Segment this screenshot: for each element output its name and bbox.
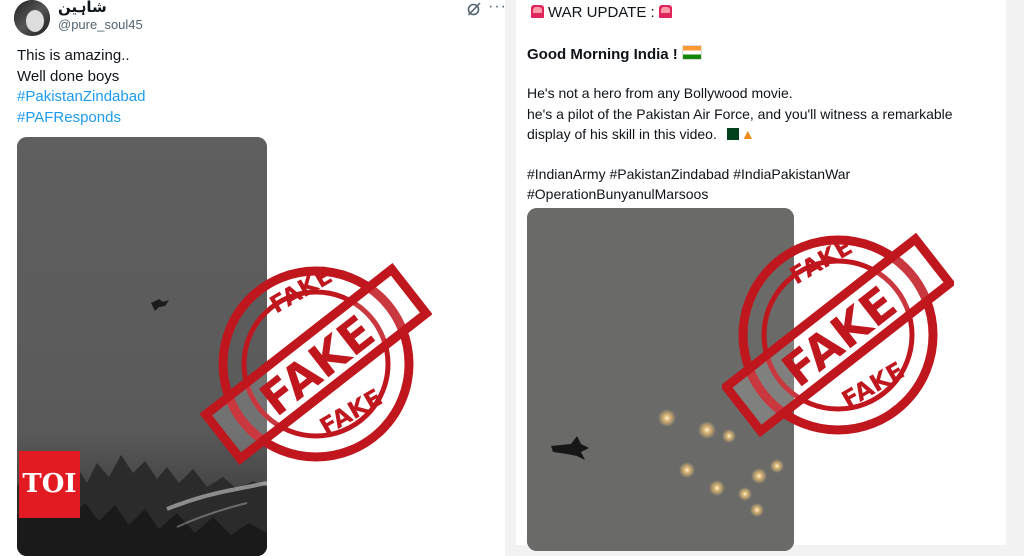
user-handle[interactable]: @pure_soul45 <box>58 17 143 32</box>
war-update-label: WAR UPDATE : <box>548 4 655 21</box>
avatar-face <box>26 10 44 32</box>
more-options-icon[interactable]: ··· <box>488 0 507 16</box>
post-text-line: display of his skill in this video. ▲ <box>527 126 755 142</box>
fire-icon: ▲ <box>740 126 755 142</box>
grok-icon[interactable] <box>466 1 482 17</box>
pakistan-flag-icon <box>722 128 739 140</box>
toi-logo: TOI <box>19 451 80 518</box>
siren-icon <box>658 5 672 18</box>
post-text-line: He's not a hero from any Bollywood movie… <box>527 85 793 101</box>
avatar[interactable] <box>14 0 50 36</box>
india-flag-icon <box>681 45 702 60</box>
post-text-line: This is amazing.. <box>17 47 130 64</box>
post-text-line: he's a pilot of the Pakistan Air Force, … <box>527 106 953 122</box>
post-text: display of his skill in this video. <box>527 126 717 142</box>
greeting-text: Good Morning India ! <box>527 46 678 63</box>
greeting-line: Good Morning India ! <box>527 45 702 63</box>
hashtag-links[interactable]: #IndianArmy #PakistanZindabad #IndiaPaki… <box>527 166 850 182</box>
hashtag-link[interactable]: #PakistanZindabad <box>17 88 145 105</box>
fake-stamp: FAKE FAKE FAKE <box>722 232 954 438</box>
siren-icon <box>531 5 544 18</box>
hashtag-link[interactable]: #OperationBunyanulMarsoos <box>527 186 708 202</box>
war-update-header: WAR UPDATE : <box>527 4 676 21</box>
display-name[interactable]: شاہین <box>58 0 107 16</box>
fake-stamp: FAKE FAKE FAKE <box>200 261 432 466</box>
post-text-line: Well done boys <box>17 68 120 85</box>
hashtag-link[interactable]: #PAFResponds <box>17 109 121 126</box>
